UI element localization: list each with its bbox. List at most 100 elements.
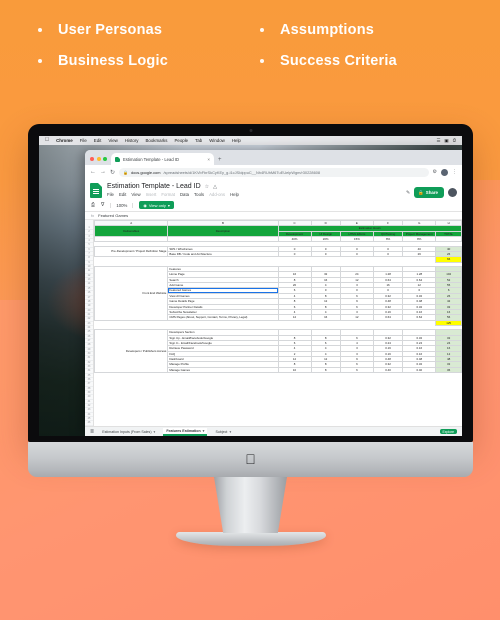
cell-total[interactable]: 36 — [435, 366, 462, 374]
header-deliverables[interactable]: Deliverables — [94, 225, 169, 238]
chevron-down-icon[interactable]: ▾ — [229, 430, 231, 434]
header-description[interactable]: Description — [167, 225, 279, 238]
reload-icon[interactable]: ↻ — [110, 169, 115, 176]
clock-icon[interactable]: ⏱ — [453, 138, 456, 144]
sheets-menu-insert[interactable]: Insert — [146, 192, 157, 197]
status-icon[interactable]: ☰ — [436, 138, 440, 144]
browser-tab[interactable]: Estimation Template - Lead ID × — [111, 153, 214, 165]
sheets-title-row: Estimation Template - Lead ID ☆ △ — [107, 183, 401, 190]
window-controls[interactable] — [90, 157, 107, 165]
feature-bullet-list: User Personas Assumptions Business Logic… — [0, 22, 500, 69]
url-host: docs.google.com — [131, 169, 161, 175]
spreadsheet-grid[interactable]: 1 2 3 4 5 6 7 8 9 10 11 12 13 14 15 16 17 18 19 20 21 22 23 24 2… — [85, 220, 462, 426]
cell-ui-design[interactable]: 8 — [310, 366, 341, 374]
bullet-dot-icon — [38, 59, 42, 63]
bullet-dot-icon — [38, 28, 42, 32]
zoom-level[interactable]: 100% — [110, 202, 134, 208]
cell-development[interactable]: 10 — [277, 366, 312, 374]
filter-icon[interactable]: ∇ — [101, 202, 104, 208]
account-avatar[interactable] — [448, 188, 457, 197]
chevron-down-icon: ▾ — [167, 202, 170, 208]
sheets-menu-help[interactable]: Help — [230, 192, 239, 197]
sheets-menu-format[interactable]: Format — [161, 192, 175, 197]
fx-icon: fx — [91, 213, 95, 218]
share-button[interactable]: 🔒 Share — [414, 187, 444, 198]
document-title[interactable]: Estimation Template - Lead ID — [107, 183, 201, 190]
browser-tab-title: Estimation Template - Lead ID — [123, 156, 180, 162]
close-window-icon[interactable] — [90, 157, 94, 161]
menu-bar-status-icons[interactable]: ☰ ▣ ⏱ — [436, 138, 456, 144]
sheet-tab-bar[interactable]: ≣ Estimation Inputs (From Sales) ▾ Featu… — [85, 426, 462, 436]
bullet-dot-icon — [260, 28, 264, 32]
apple-menu-icon[interactable]:  — [45, 137, 49, 144]
estimation-table[interactable]: A B C D E F G H Deliverables Description Estimatio… — [94, 220, 462, 374]
minimize-window-icon[interactable] — [96, 157, 101, 161]
cell-qc-testing[interactable]: 0.40 — [372, 366, 404, 374]
battery-icon[interactable]: ▣ — [444, 138, 448, 144]
sheets-menu-edit[interactable]: Edit — [119, 192, 126, 197]
header-project-management[interactable]: Project Management — [402, 230, 437, 238]
monitor-screen:  Chrome File Edit View History Bookmark… — [39, 136, 462, 436]
move-to-folder-icon[interactable]: △ — [213, 184, 217, 190]
menu-bookmarks[interactable]: Bookmarks — [145, 138, 167, 143]
bullet-item: User Personas — [38, 22, 260, 38]
comment-icon[interactable]: ✎ — [406, 190, 410, 196]
menu-edit[interactable]: Edit — [94, 138, 102, 143]
profile-avatar-icon[interactable] — [441, 168, 448, 176]
back-icon[interactable]: ← — [90, 169, 96, 175]
chrome-tab-strip: Estimation Template - Lead ID × + — [85, 150, 462, 165]
menu-file[interactable]: File — [80, 138, 87, 143]
sheets-menu-bar[interactable]: File Edit View Insert Format Data Tools … — [107, 192, 401, 197]
section-label[interactable]: Developers / Publishers Access — [94, 329, 169, 373]
sheet-tab-features-estimation[interactable]: Features Estimation ▾ — [163, 427, 208, 436]
formula-bar[interactable]: fx Featured Games — [85, 212, 462, 220]
new-tab-button[interactable]: + — [218, 157, 222, 165]
cell-html-efforts[interactable]: 6 — [339, 366, 374, 374]
sheet-tab-subject[interactable]: Subject ▾ — [212, 429, 234, 435]
sheets-menu-view[interactable]: View — [131, 192, 140, 197]
chevron-down-icon[interactable]: ▾ — [154, 430, 156, 434]
extensions-icon[interactable]: ⚙ — [433, 169, 437, 175]
sheet-bar-right: Explore — [439, 429, 457, 434]
monitor-stand-base — [175, 532, 326, 546]
menu-chrome[interactable]: Chrome — [56, 138, 73, 143]
monitor-stand-neck — [214, 477, 287, 533]
menu-view[interactable]: View — [108, 138, 117, 143]
print-icon[interactable]: ⎙ — [91, 202, 95, 208]
maximize-window-icon[interactable] — [103, 157, 107, 161]
close-tab-icon[interactable]: × — [207, 157, 210, 162]
bullet-label: Business Logic — [58, 53, 168, 69]
apple-logo-icon:  — [245, 452, 256, 466]
sheet-tab-label: Subject — [215, 429, 228, 434]
sheet-tab-estimation-inputs[interactable]: Estimation Inputs (From Sales) ▾ — [99, 429, 158, 435]
explore-button[interactable]: Explore — [439, 429, 457, 434]
formula-bar-value: Featured Games — [98, 213, 129, 218]
menu-help[interactable]: Help — [232, 138, 241, 143]
sheets-title-block: Estimation Template - Lead ID ☆ △ File E… — [107, 183, 401, 197]
view-only-badge[interactable]: ◉ View only ▾ — [139, 201, 174, 209]
sheets-menu-tools[interactable]: Tools — [194, 192, 204, 197]
address-bar[interactable]: 🔒 docs.google.com/spreadsheets/d/1KVbFbr… — [119, 167, 429, 177]
sheets-favicon-icon — [115, 156, 120, 162]
cell-project-management[interactable]: 0.40 — [402, 366, 437, 374]
grid-cells-area[interactable]: A B C D E F G H Deliverables Description Estimatio… — [94, 220, 462, 426]
section-label[interactable]: Pre-Development / Project Definition Sta… — [94, 245, 169, 258]
bullet-label: User Personas — [58, 22, 163, 38]
sheets-menu-file[interactable]: File — [107, 192, 114, 197]
chevron-down-icon[interactable]: ▾ — [203, 429, 205, 433]
sheets-menu-data[interactable]: Data — [180, 192, 189, 197]
row-description[interactable]: Manage Games — [167, 366, 279, 374]
menu-window[interactable]: Window — [209, 138, 225, 143]
menu-people[interactable]: People — [174, 138, 188, 143]
monitor-chin:  — [28, 442, 473, 477]
macos-menu-bar[interactable]:  Chrome File Edit View History Bookmark… — [39, 136, 462, 145]
forward-icon[interactable]: → — [100, 169, 106, 175]
bullet-dot-icon — [260, 59, 264, 63]
chrome-menu-icon[interactable]: ⋮ — [452, 169, 457, 175]
star-icon[interactable]: ☆ — [205, 184, 209, 190]
sheets-menu-addons[interactable]: Add-ons — [209, 192, 225, 197]
menu-history[interactable]: History — [125, 138, 139, 143]
all-sheets-icon[interactable]: ≣ — [90, 429, 94, 435]
menu-tab[interactable]: Tab — [195, 138, 202, 143]
section-label[interactable]: Front End Website — [94, 266, 169, 321]
